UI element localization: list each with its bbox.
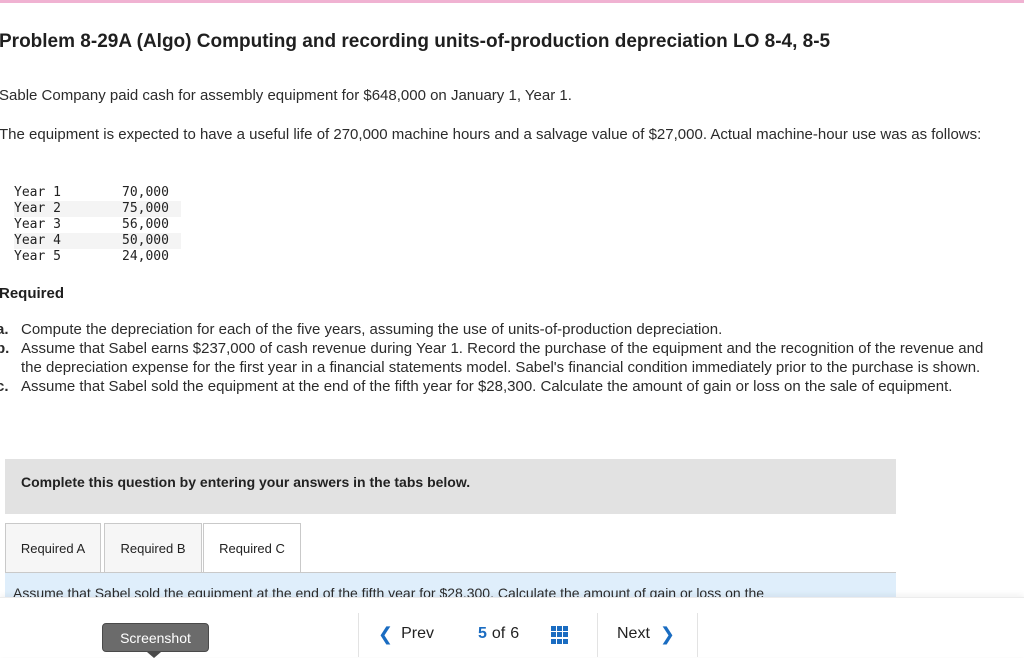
chevron-left-icon: ❮ (378, 624, 394, 644)
requirement-text: Assume that Sabel sold the equipment at … (21, 378, 953, 395)
screenshot-button[interactable]: Screenshot (102, 623, 209, 652)
problem-intro: Sable Company paid cash for assembly equ… (0, 87, 572, 104)
usage-hours: 50,000 (122, 233, 181, 249)
problem-title: Problem 8-29A (Algo) Computing and recor… (0, 31, 831, 52)
divider (597, 613, 598, 657)
usage-year: Year 4 (14, 233, 122, 249)
table-row: Year 4 50,000 (14, 233, 181, 249)
requirement-text: Assume that Sabel earns $237,000 of cash… (21, 340, 984, 376)
usage-hours: 24,000 (122, 249, 169, 264)
page-indicator: 5 of 6 (478, 625, 519, 643)
usage-hours: 75,000 (122, 201, 181, 217)
top-accent-bar (0, 0, 1024, 3)
list-item: c. Assume that Sabel sold the equipment … (0, 377, 990, 396)
next-label: Next (617, 625, 650, 642)
page-of-label: of (491, 625, 506, 642)
instruction-text: Complete this question by entering your … (21, 474, 471, 490)
tab-required-a[interactable]: Required A (5, 523, 101, 573)
usage-year: Year 2 (14, 201, 122, 217)
list-item: a. Compute the depreciation for each of … (0, 320, 990, 339)
tab-content-panel: Assume that Sabel sold the equipment at … (5, 572, 896, 598)
divider (358, 613, 359, 657)
prev-label: Prev (401, 625, 434, 642)
table-row: Year 5 24,000 (14, 249, 181, 265)
prev-button[interactable]: ❮ Prev (378, 625, 434, 643)
tab-required-b[interactable]: Required B (104, 523, 202, 573)
table-row: Year 2 75,000 (14, 201, 181, 217)
usage-year: Year 1 (14, 185, 61, 200)
next-button[interactable]: Next ❯ (617, 625, 675, 643)
divider (697, 613, 698, 657)
table-row: Year 3 56,000 (14, 217, 181, 233)
screenshot-caret (147, 652, 161, 658)
grid-icon[interactable] (551, 626, 569, 644)
total-pages: 6 (510, 625, 520, 642)
machine-hours-table: Year 1 70,000 Year 2 75,000 Year 3 56,00… (14, 185, 181, 265)
requirement-marker: c. (0, 378, 9, 395)
tab-required-c[interactable]: Required C (203, 523, 301, 573)
requirement-marker: a. (0, 321, 9, 338)
list-item: b. Assume that Sabel earns $237,000 of c… (0, 339, 990, 377)
requirement-marker: b. (0, 340, 10, 357)
usage-year: Year 3 (14, 217, 61, 232)
usage-year: Year 5 (14, 249, 61, 264)
requirement-text: Compute the depreciation for each of the… (21, 321, 723, 338)
footer-nav: Screenshot ❮ Prev 5 of 6 Next ❯ (0, 597, 1024, 658)
usage-hours: 56,000 (122, 217, 169, 232)
requirements-list: a. Compute the depreciation for each of … (0, 320, 990, 396)
chevron-right-icon: ❯ (659, 624, 675, 644)
problem-details: The equipment is expected to have a usef… (0, 126, 982, 143)
current-page: 5 (478, 625, 487, 642)
instruction-box: Complete this question by entering your … (5, 459, 896, 514)
required-heading: Required (0, 285, 65, 302)
usage-hours: 70,000 (122, 185, 169, 200)
table-row: Year 1 70,000 (14, 185, 181, 201)
